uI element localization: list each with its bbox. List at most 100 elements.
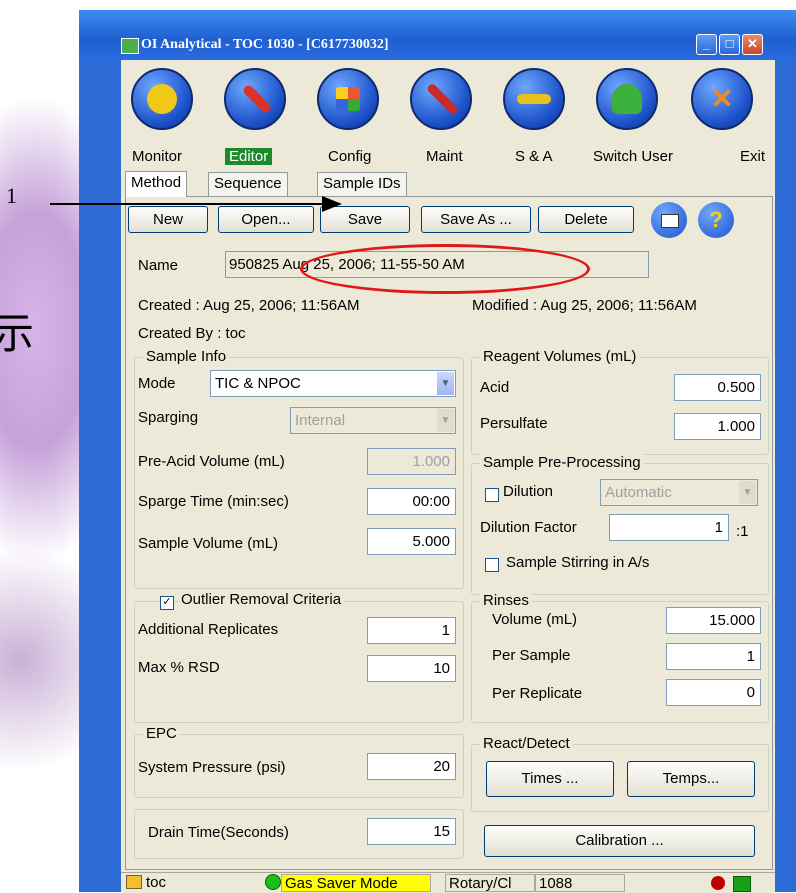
config-label[interactable]: Config — [328, 148, 371, 165]
drain-label: Drain Time(Seconds) — [148, 824, 289, 841]
help-button[interactable]: ? — [698, 202, 734, 238]
maximize-button[interactable]: □ — [719, 34, 740, 55]
print-button[interactable] — [651, 202, 687, 238]
sparge-time-field[interactable]: 00:00 — [367, 488, 456, 515]
status-sampler: Rotary/Cl — [445, 874, 535, 892]
sparging-label: Sparging — [138, 409, 199, 426]
editor-button[interactable] — [224, 68, 286, 130]
switch-user-label[interactable]: Switch User — [593, 148, 673, 165]
dilution-factor-field[interactable]: 1 — [609, 514, 729, 541]
mode-value: TIC & NPOC — [215, 375, 301, 392]
network-icon — [733, 876, 751, 892]
rinse-volume-field[interactable]: 15.000 — [666, 607, 761, 634]
rsd-field[interactable]: 10 — [367, 655, 456, 682]
green-light-icon — [265, 874, 281, 890]
delete-button[interactable]: Delete — [538, 206, 634, 233]
tab-sequence[interactable]: Sequence — [208, 172, 288, 196]
chevron-down-icon[interactable]: ▼ — [437, 372, 454, 395]
pre-acid-label: Pre-Acid Volume (mL) — [138, 453, 285, 470]
tab-sample-ids[interactable]: Sample IDs — [317, 172, 407, 196]
app-window: OI Analytical - TOC 1030 - [C617730032] … — [79, 10, 796, 893]
pre-acid-field[interactable]: 1.000 — [367, 448, 456, 475]
status-user: toc — [123, 874, 263, 892]
per-sample-label: Per Sample — [492, 647, 571, 664]
dilution-select[interactable]: Automatic ▼ — [600, 479, 758, 506]
status-mode: Gas Saver Mode — [281, 874, 431, 892]
users-icon — [612, 84, 642, 114]
app-icon — [121, 38, 139, 54]
outlier-title: Outlier Removal Criteria — [178, 591, 345, 608]
editor-label[interactable]: Editor — [225, 148, 273, 165]
mode-label: Mode — [138, 375, 176, 392]
pressure-field[interactable]: 20 — [367, 753, 456, 780]
user-icon — [126, 875, 142, 889]
maint-button[interactable] — [410, 68, 472, 130]
save-as-button[interactable]: Save As ... — [421, 206, 531, 233]
switch-user-button[interactable] — [596, 68, 658, 130]
reagent-group: Reagent Volumes (mL) — [471, 348, 769, 455]
sparging-select[interactable]: Internal ▼ — [290, 407, 456, 434]
per-sample-field[interactable]: 1 — [666, 643, 761, 670]
per-replicate-field[interactable]: 0 — [666, 679, 761, 706]
printer-icon — [661, 214, 679, 228]
persulfate-field[interactable]: 1.000 — [674, 413, 761, 440]
config-button[interactable] — [317, 68, 379, 130]
title-bar[interactable]: OI Analytical - TOC 1030 - [C617730032] … — [79, 10, 796, 60]
minimize-button[interactable]: _ — [696, 34, 717, 55]
dilution-factor-suffix: :1 — [736, 523, 749, 540]
temps-button[interactable]: Temps... — [627, 761, 755, 797]
monitor-label[interactable]: Monitor — [132, 148, 182, 165]
dilution-factor-label: Dilution Factor — [480, 519, 577, 536]
close-icon: ✕ — [710, 83, 734, 114]
exit-button[interactable]: ✕ — [691, 68, 753, 130]
maint-label[interactable]: Maint — [426, 148, 463, 165]
window-title: OI Analytical - TOC 1030 - [C617730032] — [141, 37, 389, 52]
annotation-glyph: 示 — [0, 309, 35, 358]
mode-select[interactable]: TIC & NPOC ▼ — [210, 370, 456, 397]
close-button[interactable]: ✕ — [742, 34, 763, 55]
exit-label[interactable]: Exit — [740, 148, 765, 165]
screwdriver-icon — [425, 82, 460, 116]
acid-label: Acid — [480, 379, 510, 396]
created-text: Created : Aug 25, 2006; 11:56AM — [138, 297, 360, 314]
annotation-ellipse — [300, 244, 590, 294]
chevron-down-icon[interactable]: ▼ — [739, 481, 756, 504]
rinses-title: Rinses — [480, 592, 532, 609]
dilution-checkbox[interactable] — [485, 488, 499, 502]
s-and-a-button[interactable] — [503, 68, 565, 130]
s-and-a-label[interactable]: S & A — [515, 148, 553, 165]
drain-field[interactable]: 15 — [367, 818, 456, 845]
sample-volume-field[interactable]: 5.000 — [367, 528, 456, 555]
status-count: 1088 — [535, 874, 625, 892]
status-indicator — [262, 874, 282, 892]
sparge-time-label: Sparge Time (min:sec) — [138, 493, 289, 510]
client-area: ✕ Monitor Editor Config Maint S & A Swit… — [121, 60, 775, 893]
created-by-text: Created By : toc — [138, 325, 246, 342]
sparging-value: Internal — [295, 412, 346, 429]
times-button[interactable]: Times ... — [486, 761, 614, 797]
epc-title: EPC — [143, 725, 180, 742]
outlier-checkbox[interactable]: ✓ — [160, 596, 174, 610]
open-button[interactable]: Open... — [218, 206, 314, 233]
stirring-checkbox[interactable] — [485, 558, 499, 572]
dilution-label: Dilution — [503, 483, 554, 500]
annotation-arrow-head — [322, 196, 342, 212]
annotation-arrow-line — [50, 203, 340, 205]
chevron-down-icon[interactable]: ▼ — [437, 409, 454, 432]
pencil-icon — [241, 83, 273, 115]
monitor-button[interactable] — [131, 68, 193, 130]
gauge-icon — [147, 84, 177, 114]
key-icon — [517, 94, 551, 104]
name-label: Name — [138, 257, 179, 274]
replicates-label: Additional Replicates — [138, 621, 279, 638]
calibration-button[interactable]: Calibration ... — [484, 825, 755, 857]
tab-method[interactable]: Method — [125, 171, 188, 197]
method-panel: New Open... Save Save As ... Delete ? Na… — [125, 196, 773, 870]
replicates-field[interactable]: 1 — [367, 617, 456, 644]
react-detect-title: React/Detect — [480, 735, 573, 752]
status-bar: toc Gas Saver Mode Rotary/Cl 1088 — [121, 872, 775, 893]
acid-field[interactable]: 0.500 — [674, 374, 761, 401]
red-light-icon — [711, 876, 725, 890]
new-button[interactable]: New — [128, 206, 208, 233]
sample-volume-label: Sample Volume (mL) — [138, 535, 279, 552]
